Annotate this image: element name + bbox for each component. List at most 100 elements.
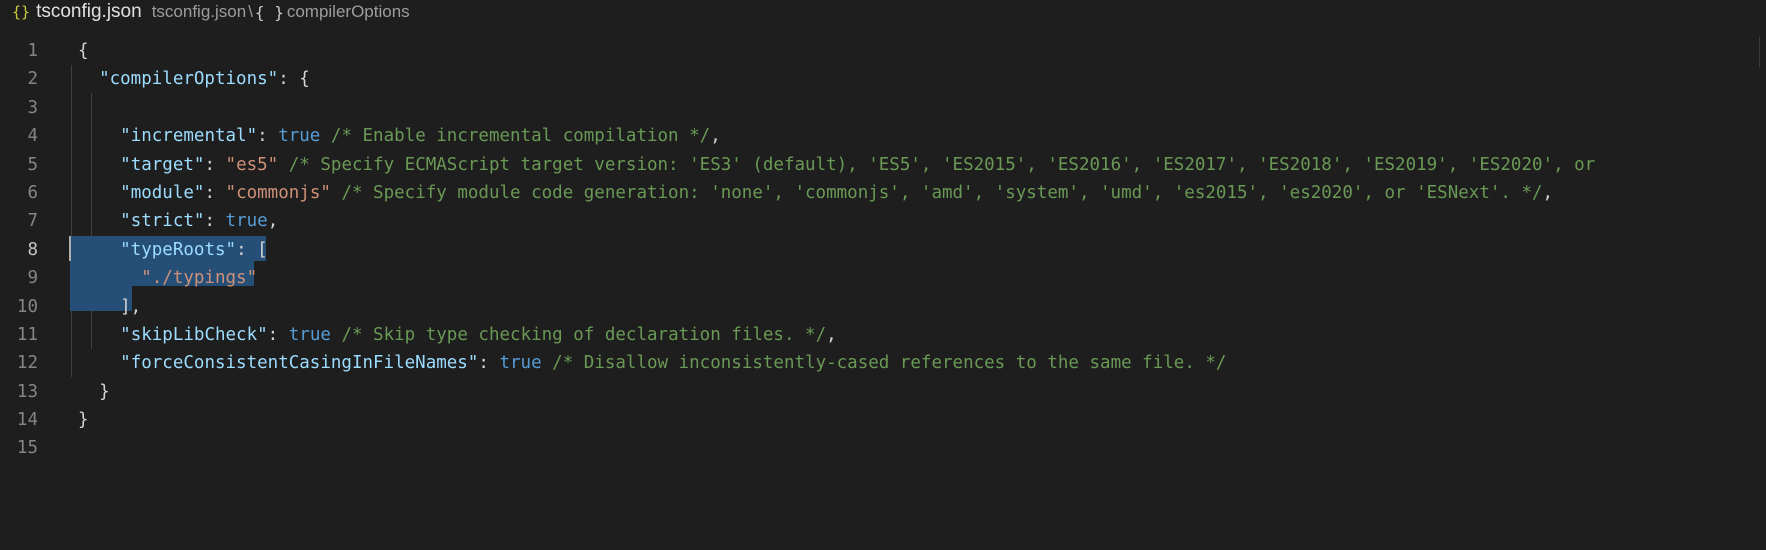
line-code: "incremental": true /* Enable incrementa…: [78, 122, 721, 150]
code-line[interactable]: 4 "incremental": true /* Enable incremen…: [0, 122, 1766, 150]
line-number: 13: [16, 381, 38, 402]
line-code: ],: [78, 293, 141, 321]
breadcrumb-separator: \: [248, 2, 253, 21]
code-line[interactable]: 14}: [0, 406, 1766, 434]
code-token: "skipLibCheck": [120, 324, 268, 345]
code-token: ,: [1542, 182, 1554, 203]
code-line[interactable]: 5 "target": "es5" /* Specify ECMAScript …: [0, 151, 1766, 179]
code-line[interactable]: 13 }: [0, 378, 1766, 406]
line-code: }: [78, 406, 89, 434]
code-token: "typeRoots": [120, 239, 237, 260]
json-file-icon: {}: [12, 3, 31, 21]
code-token: : {: [278, 69, 310, 90]
code-token: true: [499, 353, 542, 374]
code-token: "incremental": [120, 126, 258, 147]
code-token: : [: [236, 239, 268, 260]
code-token: /* Enable incremental compilation */: [330, 126, 711, 147]
code-token: /* Skip type checking of declaration fil…: [341, 324, 827, 345]
line-number: 1: [27, 41, 38, 61]
code-line[interactable]: 1{: [0, 37, 1766, 65]
breadcrumb-segment-compiler-options[interactable]: compilerOptions: [287, 2, 410, 22]
line-code: "strict": true,: [78, 207, 278, 235]
code-line[interactable]: 6 "module": "commonjs" /* Specify module…: [0, 179, 1766, 207]
line-number: 15: [16, 438, 38, 459]
code-token: {: [78, 41, 89, 61]
line-code: "typeRoots": [: [78, 236, 268, 264]
code-token: :: [478, 353, 500, 374]
code-token: "compilerOptions": [99, 69, 279, 90]
code-token: "strict": [120, 211, 205, 232]
code-line[interactable]: 7 "strict": true,: [0, 207, 1766, 235]
line-number: 2: [27, 69, 38, 90]
line-code: "./typings": [78, 264, 257, 292]
code-token: true: [288, 324, 331, 345]
line-number: 6: [27, 182, 38, 203]
breadcrumb: {} tsconfig.json tsconfig.json \ { } com…: [0, 0, 1766, 24]
code-token: ],: [78, 296, 142, 317]
line-code: "compilerOptions": {: [78, 65, 310, 93]
code-token: ,: [710, 126, 721, 147]
line-number: 14: [16, 410, 38, 431]
line-number: 9: [27, 268, 38, 289]
line-code: "forceConsistentCasingInFileNames": true…: [78, 349, 1226, 377]
code-token: true: [225, 211, 268, 232]
line-code: "module": "commonjs" /* Specify module c…: [78, 179, 1553, 207]
code-token: "es5": [225, 154, 279, 175]
code-token: }: [78, 381, 110, 402]
line-code: {: [78, 37, 89, 65]
line-number: 3: [27, 97, 38, 118]
code-line[interactable]: 9 "./typings": [0, 264, 1766, 292]
line-number: 7: [27, 211, 38, 232]
line-code: "skipLibCheck": true /* Skip type checki…: [78, 321, 837, 349]
line-code: }: [78, 378, 110, 406]
code-token: "target": [120, 154, 205, 175]
code-line[interactable]: 10 ],: [0, 293, 1766, 321]
code-lines: 1{2 "compilerOptions": {3 4 "incremental"…: [0, 37, 1766, 463]
code-line[interactable]: 11 "skipLibCheck": true /* Skip type che…: [0, 321, 1766, 349]
code-editor[interactable]: 1{2 "compilerOptions": {3 4 "incremental"…: [0, 37, 1766, 550]
code-token: "commonjs": [225, 182, 331, 203]
code-token: /* Specify ECMAScript target version: 'E…: [288, 154, 1596, 175]
code-line[interactable]: 12 "forceConsistentCasingInFileNames": t…: [0, 349, 1766, 377]
line-code: "target": "es5" /* Specify ECMAScript ta…: [78, 151, 1595, 179]
line-number: 12: [16, 353, 38, 374]
code-token: "./typings": [141, 268, 258, 289]
code-token: "module": [120, 182, 205, 203]
code-token: :: [204, 211, 226, 232]
code-token: :: [257, 126, 279, 147]
code-token: :: [204, 154, 226, 175]
code-token: /* Specify module code generation: 'none…: [341, 182, 1543, 203]
line-number: 8: [27, 239, 38, 260]
code-line[interactable]: 3: [0, 94, 1766, 122]
breadcrumb-file-name[interactable]: tsconfig.json: [36, 1, 142, 23]
code-token: ,: [826, 324, 837, 345]
overview-ruler[interactable]: [1759, 37, 1766, 67]
code-line[interactable]: 8 "typeRoots": [: [0, 236, 1766, 264]
line-number: 11: [16, 324, 38, 345]
code-line[interactable]: 2 "compilerOptions": {: [0, 65, 1766, 93]
code-line[interactable]: 15: [0, 434, 1766, 462]
code-token: :: [267, 324, 289, 345]
breadcrumb-path[interactable]: tsconfig.json: [152, 2, 247, 22]
code-token: "forceConsistentCasingInFileNames": [120, 353, 479, 374]
code-token: ,: [267, 211, 279, 232]
line-number: 10: [16, 296, 38, 317]
code-token: :: [204, 182, 226, 203]
line-number: 5: [27, 154, 38, 175]
line-number: 4: [27, 126, 38, 147]
code-token: true: [278, 126, 321, 147]
